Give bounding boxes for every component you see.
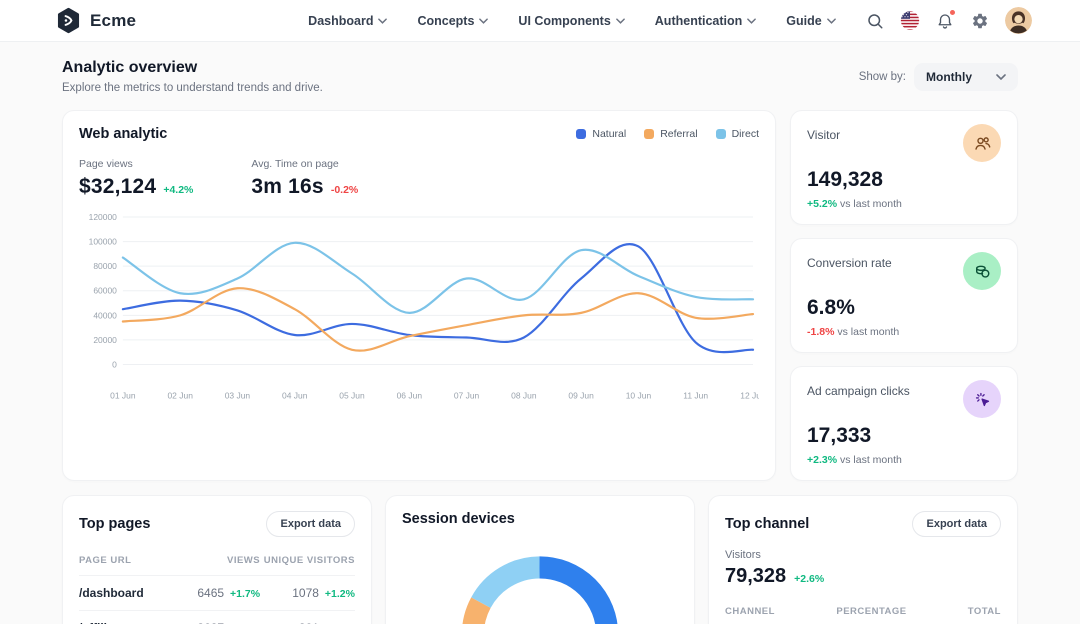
page-header: Analytic overview Explore the metrics to… (62, 59, 1018, 94)
menu-item-authentication[interactable]: Authentication (655, 14, 757, 28)
menu-item-dashboard[interactable]: Dashboard (308, 14, 387, 28)
page-content: Analytic overview Explore the metrics to… (0, 42, 1080, 624)
conversion-rate-card: Conversion rate 6.8% -1.8% vs last month (790, 238, 1018, 353)
conversion-title: Conversion rate (807, 252, 892, 270)
chevron-down-icon (378, 18, 387, 24)
chevron-down-icon (996, 74, 1006, 80)
avg-time-delta: -0.2% (331, 184, 358, 196)
ad-campaign-title: Ad campaign clicks (807, 380, 910, 398)
legend-item-referral[interactable]: Referral (644, 128, 697, 140)
conversion-value: 6.8% (807, 296, 1001, 320)
visitor-card: Visitor 149,328 +5.2% vs last month (790, 110, 1018, 225)
svg-text:08 Jun: 08 Jun (511, 390, 537, 400)
svg-text:02 Jun: 02 Jun (167, 390, 193, 400)
visitor-value: 149,328 (807, 168, 1001, 192)
visitors-value: 79,328 (725, 565, 786, 588)
cursor-click-icon (963, 380, 1001, 418)
notification-badge (949, 9, 956, 16)
top-pages-card: Top pages Export data Page URL Views Uni… (62, 495, 372, 624)
brand[interactable]: Ecme (55, 7, 136, 34)
show-by-select[interactable]: Monthly (914, 63, 1018, 91)
legend-swatch (576, 129, 586, 139)
visitor-title: Visitor (807, 124, 840, 142)
page-views-delta: +4.2% (163, 184, 193, 196)
menu-item-ui-components[interactable]: UI Components (518, 14, 624, 28)
svg-text:04 Jun: 04 Jun (282, 390, 308, 400)
menu-item-concepts[interactable]: Concepts (417, 14, 488, 28)
metric-avg-time: Avg. Time on page 3m 16s -0.2% (251, 158, 358, 199)
metric-page-views: Page views $32,124 +4.2% (79, 158, 193, 199)
web-analytic-card: Web analytic Natural Referral Direct (62, 110, 776, 481)
bell-icon[interactable] (935, 11, 955, 31)
legend-swatch (644, 129, 654, 139)
visitor-delta-row: +5.2% vs last month (807, 198, 1001, 210)
brand-name: Ecme (90, 11, 136, 31)
ad-campaign-card: Ad campaign clicks 17,333 +2.3% vs last … (790, 366, 1018, 481)
session-devices-title: Session devices (402, 511, 678, 527)
chevron-down-icon (747, 18, 756, 24)
svg-text:07 Jun: 07 Jun (454, 390, 480, 400)
svg-text:60000: 60000 (93, 286, 117, 296)
chart-legend: Natural Referral Direct (576, 128, 759, 140)
visitors-delta: +2.6% (794, 573, 824, 585)
menu-item-guide[interactable]: Guide (786, 14, 835, 28)
svg-text:0: 0 (112, 360, 117, 370)
svg-text:80000: 80000 (93, 261, 117, 271)
svg-text:03 Jun: 03 Jun (225, 390, 251, 400)
page-url: /dashboard (79, 586, 174, 600)
session-devices-donut-chart[interactable] (402, 537, 678, 624)
chevron-down-icon (616, 18, 625, 24)
top-navbar: Ecme Dashboard Concepts UI Components Au… (0, 0, 1080, 42)
legend-item-direct[interactable]: Direct (716, 128, 759, 140)
export-data-button[interactable]: Export data (266, 511, 355, 537)
visitors-label: Visitors (725, 549, 1001, 561)
svg-text:05 Jun: 05 Jun (339, 390, 365, 400)
svg-text:12 Jun: 12 Jun (740, 390, 759, 400)
top-channel-table-header: Channel Percentage Total (725, 598, 1001, 624)
top-channel-card: Top channel Export data Visitors 79,328 … (708, 495, 1018, 624)
session-devices-card: Session devices (385, 495, 695, 624)
page-subtitle: Explore the metrics to understand trends… (62, 82, 323, 94)
chevron-down-icon (479, 18, 488, 24)
svg-text:120000: 120000 (89, 212, 118, 222)
avatar[interactable] (1005, 7, 1032, 34)
gear-icon[interactable] (970, 11, 990, 31)
table-row[interactable]: /dashboard 6465+1.7% 1078+1.2% (79, 575, 355, 610)
page-views-value: $32,124 (79, 175, 156, 199)
ecme-logo-icon (55, 7, 82, 34)
export-data-button[interactable]: Export data (912, 511, 1001, 537)
svg-text:40000: 40000 (93, 310, 117, 320)
show-by-label: Show by: (859, 71, 906, 83)
legend-item-natural[interactable]: Natural (576, 128, 626, 140)
main-menu: Dashboard Concepts UI Components Authent… (308, 14, 836, 28)
svg-text:01 Jun: 01 Jun (110, 390, 136, 400)
navbar-actions (865, 7, 1032, 34)
avg-time-value: 3m 16s (251, 175, 323, 199)
users-icon (963, 124, 1001, 162)
conversion-delta-row: -1.8% vs last month (807, 326, 1001, 338)
top-pages-table-header: Page URL Views Unique visitors (79, 547, 355, 575)
svg-text:11 Jun: 11 Jun (683, 390, 708, 400)
legend-swatch (716, 129, 726, 139)
page-title: Analytic overview (62, 59, 323, 77)
search-icon[interactable] (865, 11, 885, 31)
top-pages-title: Top pages (79, 516, 150, 532)
web-analytic-title: Web analytic (79, 126, 167, 142)
svg-text:100000: 100000 (89, 237, 118, 247)
svg-text:20000: 20000 (93, 335, 117, 345)
chevron-down-icon (827, 18, 836, 24)
ad-campaign-value: 17,333 (807, 424, 1001, 448)
svg-text:09 Jun: 09 Jun (568, 390, 594, 400)
svg-text:10 Jun: 10 Jun (626, 390, 652, 400)
coins-icon (963, 252, 1001, 290)
table-row[interactable]: /affiliate 3687+1.4% 801+0.9% (79, 610, 355, 624)
ad-campaign-delta-row: +2.3% vs last month (807, 454, 1001, 466)
top-channel-title: Top channel (725, 516, 809, 532)
web-analytic-line-chart[interactable]: 0 20000 40000 60000 80000 100000 120000 01 Jun 0… (79, 205, 759, 406)
us-flag-icon[interactable] (900, 11, 920, 31)
svg-text:06 Jun: 06 Jun (397, 390, 423, 400)
